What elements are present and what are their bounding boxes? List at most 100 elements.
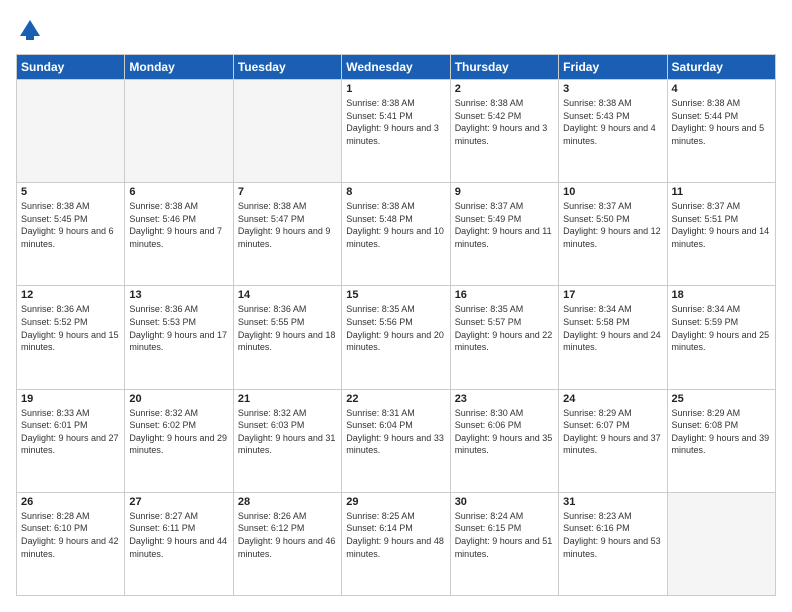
day-info: Sunrise: 8:31 AMSunset: 6:04 PMDaylight:… bbox=[346, 407, 445, 457]
calendar-cell: 12 Sunrise: 8:36 AMSunset: 5:52 PMDayligh… bbox=[17, 286, 125, 389]
calendar-cell: 29 Sunrise: 8:25 AMSunset: 6:14 PMDayligh… bbox=[342, 492, 450, 595]
calendar-cell: 19 Sunrise: 8:33 AMSunset: 6:01 PMDayligh… bbox=[17, 389, 125, 492]
calendar-cell bbox=[233, 80, 341, 183]
calendar-week-row: 5 Sunrise: 8:38 AMSunset: 5:45 PMDaylight… bbox=[17, 183, 776, 286]
day-number: 9 bbox=[455, 186, 554, 198]
day-info: Sunrise: 8:35 AMSunset: 5:57 PMDaylight:… bbox=[455, 303, 554, 353]
calendar-cell: 5 Sunrise: 8:38 AMSunset: 5:45 PMDaylight… bbox=[17, 183, 125, 286]
day-number: 28 bbox=[238, 496, 337, 508]
day-info: Sunrise: 8:26 AMSunset: 6:12 PMDaylight:… bbox=[238, 510, 337, 560]
day-number: 13 bbox=[129, 289, 228, 301]
calendar-cell: 17 Sunrise: 8:34 AMSunset: 5:58 PMDayligh… bbox=[559, 286, 667, 389]
day-number: 29 bbox=[346, 496, 445, 508]
calendar-cell: 23Sunrise: 8:30 AMSunset: 6:06 PMDayligh… bbox=[450, 389, 558, 492]
calendar-cell: 16 Sunrise: 8:35 AMSunset: 5:57 PMDayligh… bbox=[450, 286, 558, 389]
day-number: 16 bbox=[455, 289, 554, 301]
weekday-header: Saturday bbox=[667, 55, 775, 80]
calendar-week-row: 1 Sunrise: 8:38 AMSunset: 5:41 PMDaylight… bbox=[17, 80, 776, 183]
day-info: Sunrise: 8:38 AMSunset: 5:47 PMDaylight:… bbox=[238, 200, 337, 250]
day-number: 21 bbox=[238, 393, 337, 405]
page: SundayMondayTuesdayWednesdayThursdayFrid… bbox=[0, 0, 792, 612]
day-info: Sunrise: 8:38 AMSunset: 5:48 PMDaylight:… bbox=[346, 200, 445, 250]
day-info: Sunrise: 8:38 AMSunset: 5:46 PMDaylight:… bbox=[129, 200, 228, 250]
day-info: Sunrise: 8:35 AMSunset: 5:56 PMDaylight:… bbox=[346, 303, 445, 353]
day-number: 31 bbox=[563, 496, 662, 508]
weekday-header: Tuesday bbox=[233, 55, 341, 80]
day-number: 20 bbox=[129, 393, 228, 405]
logo-icon bbox=[16, 16, 44, 44]
day-number: 5 bbox=[21, 186, 120, 198]
calendar-cell: 1 Sunrise: 8:38 AMSunset: 5:41 PMDaylight… bbox=[342, 80, 450, 183]
calendar-cell: 8 Sunrise: 8:38 AMSunset: 5:48 PMDaylight… bbox=[342, 183, 450, 286]
day-number: 17 bbox=[563, 289, 662, 301]
day-number: 26 bbox=[21, 496, 120, 508]
weekday-header: Friday bbox=[559, 55, 667, 80]
day-info: Sunrise: 8:29 AMSunset: 6:07 PMDaylight:… bbox=[563, 407, 662, 457]
calendar-cell bbox=[667, 492, 775, 595]
calendar-table: SundayMondayTuesdayWednesdayThursdayFrid… bbox=[16, 54, 776, 596]
day-number: 8 bbox=[346, 186, 445, 198]
calendar-cell: 22 Sunrise: 8:31 AMSunset: 6:04 PMDayligh… bbox=[342, 389, 450, 492]
weekday-header: Sunday bbox=[17, 55, 125, 80]
day-number: 11 bbox=[672, 186, 771, 198]
day-info: Sunrise: 8:38 AMSunset: 5:45 PMDaylight:… bbox=[21, 200, 120, 250]
day-info: Sunrise: 8:34 AMSunset: 5:58 PMDaylight:… bbox=[563, 303, 662, 353]
day-info: Sunrise: 8:38 AMSunset: 5:43 PMDaylight:… bbox=[563, 97, 662, 147]
calendar-cell bbox=[125, 80, 233, 183]
day-number: 25 bbox=[672, 393, 771, 405]
calendar-cell: 4Sunrise: 8:38 AMSunset: 5:44 PMDaylight… bbox=[667, 80, 775, 183]
calendar-week-row: 26 Sunrise: 8:28 AMSunset: 6:10 PMDayligh… bbox=[17, 492, 776, 595]
day-number: 27 bbox=[129, 496, 228, 508]
calendar-cell: 27 Sunrise: 8:27 AMSunset: 6:11 PMDayligh… bbox=[125, 492, 233, 595]
calendar-cell: 20Sunrise: 8:32 AMSunset: 6:02 PMDayligh… bbox=[125, 389, 233, 492]
day-info: Sunrise: 8:25 AMSunset: 6:14 PMDaylight:… bbox=[346, 510, 445, 560]
day-info: Sunrise: 8:36 AMSunset: 5:53 PMDaylight:… bbox=[129, 303, 228, 353]
day-number: 15 bbox=[346, 289, 445, 301]
calendar-cell: 18 Sunrise: 8:34 AMSunset: 5:59 PMDayligh… bbox=[667, 286, 775, 389]
day-info: Sunrise: 8:34 AMSunset: 5:59 PMDaylight:… bbox=[672, 303, 771, 353]
header bbox=[16, 16, 776, 44]
day-info: Sunrise: 8:37 AMSunset: 5:51 PMDaylight:… bbox=[672, 200, 771, 250]
header-row: SundayMondayTuesdayWednesdayThursdayFrid… bbox=[17, 55, 776, 80]
day-number: 2 bbox=[455, 83, 554, 95]
day-info: Sunrise: 8:27 AMSunset: 6:11 PMDaylight:… bbox=[129, 510, 228, 560]
day-info: Sunrise: 8:37 AMSunset: 5:49 PMDaylight:… bbox=[455, 200, 554, 250]
day-number: 30 bbox=[455, 496, 554, 508]
weekday-header: Wednesday bbox=[342, 55, 450, 80]
calendar-cell: 9 Sunrise: 8:37 AMSunset: 5:49 PMDaylight… bbox=[450, 183, 558, 286]
weekday-header: Thursday bbox=[450, 55, 558, 80]
day-number: 19 bbox=[21, 393, 120, 405]
day-number: 24 bbox=[563, 393, 662, 405]
day-number: 12 bbox=[21, 289, 120, 301]
day-info: Sunrise: 8:28 AMSunset: 6:10 PMDaylight:… bbox=[21, 510, 120, 560]
calendar-cell: 14Sunrise: 8:36 AMSunset: 5:55 PMDayligh… bbox=[233, 286, 341, 389]
day-info: Sunrise: 8:36 AMSunset: 5:55 PMDaylight:… bbox=[238, 303, 337, 353]
calendar-cell: 30 Sunrise: 8:24 AMSunset: 6:15 PMDayligh… bbox=[450, 492, 558, 595]
day-info: Sunrise: 8:23 AMSunset: 6:16 PMDaylight:… bbox=[563, 510, 662, 560]
calendar-cell: 31 Sunrise: 8:23 AMSunset: 6:16 PMDayligh… bbox=[559, 492, 667, 595]
calendar-cell: 15 Sunrise: 8:35 AMSunset: 5:56 PMDayligh… bbox=[342, 286, 450, 389]
calendar-cell: 6Sunrise: 8:38 AMSunset: 5:46 PMDaylight… bbox=[125, 183, 233, 286]
calendar-week-row: 12 Sunrise: 8:36 AMSunset: 5:52 PMDayligh… bbox=[17, 286, 776, 389]
calendar-cell: 28 Sunrise: 8:26 AMSunset: 6:12 PMDayligh… bbox=[233, 492, 341, 595]
day-info: Sunrise: 8:36 AMSunset: 5:52 PMDaylight:… bbox=[21, 303, 120, 353]
day-number: 18 bbox=[672, 289, 771, 301]
logo bbox=[16, 16, 48, 44]
day-number: 1 bbox=[346, 83, 445, 95]
day-info: Sunrise: 8:24 AMSunset: 6:15 PMDaylight:… bbox=[455, 510, 554, 560]
calendar-cell: 3 Sunrise: 8:38 AMSunset: 5:43 PMDaylight… bbox=[559, 80, 667, 183]
day-number: 3 bbox=[563, 83, 662, 95]
day-info: Sunrise: 8:38 AMSunset: 5:41 PMDaylight:… bbox=[346, 97, 445, 147]
calendar-cell: 13 Sunrise: 8:36 AMSunset: 5:53 PMDayligh… bbox=[125, 286, 233, 389]
calendar-cell: 10Sunrise: 8:37 AMSunset: 5:50 PMDayligh… bbox=[559, 183, 667, 286]
day-number: 7 bbox=[238, 186, 337, 198]
weekday-header: Monday bbox=[125, 55, 233, 80]
calendar-cell: 26 Sunrise: 8:28 AMSunset: 6:10 PMDayligh… bbox=[17, 492, 125, 595]
day-number: 4 bbox=[672, 83, 771, 95]
calendar-cell: 24 Sunrise: 8:29 AMSunset: 6:07 PMDayligh… bbox=[559, 389, 667, 492]
day-info: Sunrise: 8:30 AMSunset: 6:06 PMDaylight:… bbox=[455, 407, 554, 457]
calendar-cell: 7 Sunrise: 8:38 AMSunset: 5:47 PMDaylight… bbox=[233, 183, 341, 286]
day-number: 22 bbox=[346, 393, 445, 405]
calendar-cell bbox=[17, 80, 125, 183]
day-info: Sunrise: 8:33 AMSunset: 6:01 PMDaylight:… bbox=[21, 407, 120, 457]
